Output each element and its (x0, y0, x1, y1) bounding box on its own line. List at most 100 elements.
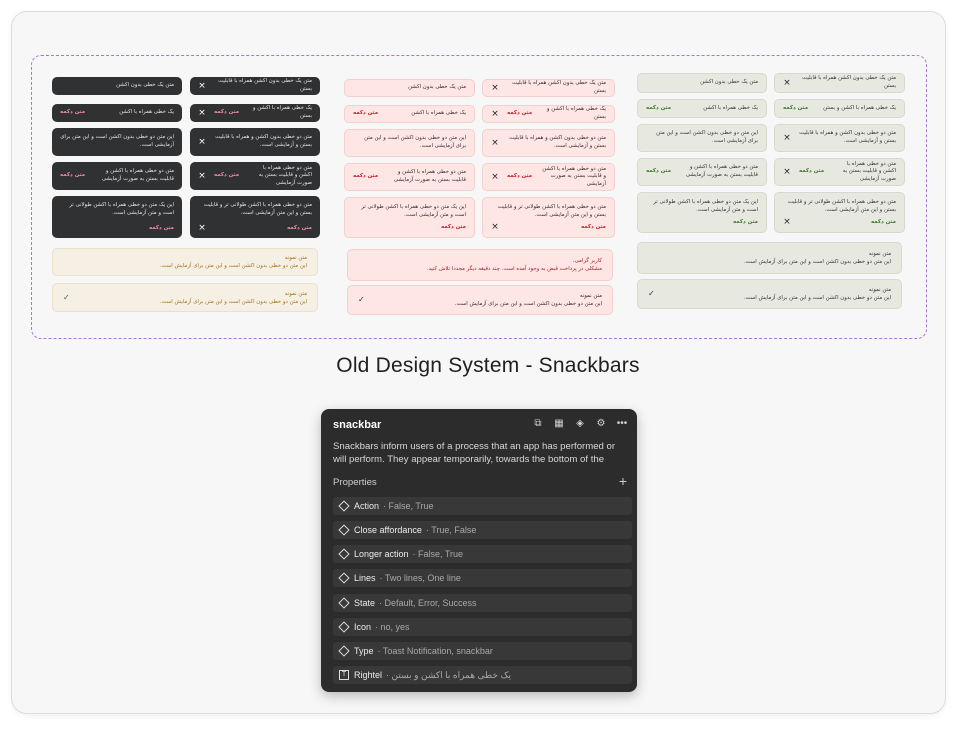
close-icon[interactable]: × (198, 171, 206, 181)
variant-diamond-icon (338, 548, 350, 560)
snackbar-green-two-line[interactable]: این متن دو خطی بدون اکشن است و این متن ب… (637, 124, 767, 152)
close-icon[interactable]: × (783, 167, 791, 177)
settings-icon[interactable]: ⚙ (595, 418, 607, 430)
snackbar-dark-action[interactable]: یک خطی همراه با اکشن متن دکمه (52, 104, 182, 122)
grid-icon[interactable]: ▦ (553, 418, 565, 430)
snackbar-green-two-line-action-close[interactable]: متن دو خطی همراه با اکشن و قابلیت بستن ب… (774, 158, 905, 186)
close-icon[interactable]: × (783, 218, 791, 227)
property-row-rightel[interactable]: T Rightel · یک خطی همراه با اکشن و بستن (333, 666, 632, 684)
toast-pink-success[interactable]: متن نمونه این متن دو خطی بدون اکشن است و… (347, 285, 613, 315)
check-icon: ✓ (648, 289, 655, 298)
property-value-text: Two lines, One line (384, 573, 461, 583)
snackbar-footer: متن دکمه × (783, 218, 896, 227)
property-row-state[interactable]: State · Default, Error, Success (333, 594, 632, 612)
toast-title: متن نمونه (284, 255, 307, 261)
snackbar-action-button[interactable]: متن دکمه (60, 109, 85, 117)
snackbar-dark-two-line-close[interactable]: متن دو خطی بدون اکشن و همراه با قابلیت ب… (190, 128, 320, 156)
snackbar-green-one-line-close[interactable]: متن یک خطی بدون اکشن همراه با قابلیت بست… (774, 73, 905, 93)
snackbar-action-button[interactable]: متن دکمه (441, 224, 466, 232)
snackbar-pink-action[interactable]: یک خطی همراه با اکشن متن دکمه (344, 105, 475, 123)
property-name: Type (354, 646, 374, 656)
snackbar-action-button[interactable]: متن دکمه (60, 172, 85, 180)
snackbar-action-button[interactable]: متن دکمه (214, 109, 239, 117)
snackbar-dark-one-line[interactable]: متن یک خطی بدون اکشن (52, 77, 182, 95)
property-row-type[interactable]: Type · Toast Notification, snackbar (333, 642, 632, 660)
snackbar-action-button[interactable]: متن دکمه (353, 110, 378, 118)
snackbar-pink-long-action[interactable]: این یک متن دو خطی همراه با اکشن طولانی ت… (344, 197, 475, 238)
variant-diamond-icon (338, 621, 350, 633)
property-value-text: True, False (431, 525, 477, 535)
snackbar-pink-one-line-close[interactable]: متن یک خطی بدون اکشن همراه با قابلیت بست… (482, 79, 615, 97)
snackbar-pink-two-line-action-close[interactable]: متن دو خطی همراه با اکشن و قابلیت بستن ب… (482, 163, 615, 191)
snackbar-pink-two-line-close[interactable]: متن دو خطی بدون اکشن و همراه با قابلیت ب… (482, 129, 615, 157)
toast-green-default[interactable]: متن نمونه این متن دو خطی بدون اکشن است و… (637, 242, 902, 274)
toast-beige-default[interactable]: متن نمونه این متن دو خطی بدون اکشن است و… (52, 248, 318, 276)
snackbar-pink-two-line-action[interactable]: متن دو خطی همراه با اکشن و قابلیت بستن ب… (344, 163, 475, 191)
snackbar-action-button[interactable]: متن دکمه (353, 173, 378, 181)
snackbar-text: متن دو خطی همراه با اکشن طولانی تر و قاب… (497, 204, 606, 218)
snackbar-green-one-line[interactable]: متن یک خطی بدون اکشن (637, 73, 767, 93)
property-row-action[interactable]: Action · False, True (333, 497, 632, 515)
close-icon[interactable]: × (491, 223, 499, 232)
snackbar-dark-two-line-action[interactable]: متن دو خطی همراه با اکشن و قابلیت بستن ب… (52, 162, 182, 190)
close-icon[interactable]: × (198, 137, 206, 147)
snackbar-green-long-action-close[interactable]: متن دو خطی همراه با اکشن طولانی تر و قاب… (774, 192, 905, 233)
property-row-lines[interactable]: Lines · Two lines, One line (333, 569, 632, 587)
snackbar-text: متن یک خطی بدون اکشن همراه با قابلیت بست… (802, 75, 896, 89)
property-row-icon[interactable]: Icon · no, yes (333, 618, 632, 636)
snackbar-pink-two-line[interactable]: این متن دو خطی بدون اکشن است و این متن ب… (344, 129, 475, 157)
snackbar-footer: متن دکمه (353, 224, 466, 232)
snackbar-action-button[interactable]: متن دکمه (214, 172, 239, 180)
snackbar-green-action[interactable]: یک خطی همراه با اکشن متن دکمه (637, 99, 767, 118)
snackbar-dark-long-action[interactable]: این یک متن دو خطی همراه با اکشن طولانی ت… (52, 196, 182, 238)
close-icon[interactable]: × (491, 83, 499, 93)
snackbar-action-button[interactable]: متن دکمه (646, 168, 671, 176)
property-row-close-affordance[interactable]: Close affordance · True, False (333, 521, 632, 539)
property-values: · Two lines, One line (379, 573, 461, 583)
close-icon[interactable]: × (783, 133, 791, 143)
close-icon[interactable]: × (198, 224, 206, 233)
add-property-icon[interactable]: + (619, 474, 627, 488)
snackbar-action-button[interactable]: متن دکمه (733, 219, 758, 227)
snackbar-pink-long-action-close[interactable]: متن دو خطی همراه با اکشن طولانی تر و قاب… (482, 197, 615, 238)
snackbar-action-button[interactable]: متن دکمه (287, 225, 312, 233)
close-icon[interactable]: × (491, 109, 499, 119)
snackbar-action-button[interactable]: متن دکمه (783, 105, 808, 113)
more-icon[interactable]: ••• (616, 418, 628, 430)
component-icon[interactable]: ◈ (574, 418, 586, 430)
toast-beige-success[interactable]: متن نمونه این متن دو خطی بدون اکشن است و… (52, 283, 318, 312)
snackbar-green-action-close[interactable]: یک خطی همراه با اکشن و بستن متن دکمه (774, 99, 905, 118)
snackbar-action-button[interactable]: متن دکمه (149, 225, 174, 233)
snackbar-footer: متن دکمه × (491, 223, 606, 232)
close-icon[interactable]: × (198, 81, 206, 91)
property-values: · یک خطی همراه با اکشن و بستن (386, 669, 512, 680)
toast-pink-error[interactable]: کاربر گرامی، مشکلی در پرداخت قبض به وجود… (347, 249, 613, 281)
copy-icon[interactable]: ⧉ (532, 418, 544, 430)
toast-message: این متن دو خطی بدون اکشن است و این متن ب… (159, 263, 307, 269)
close-icon[interactable]: × (783, 78, 791, 88)
close-icon[interactable]: × (198, 108, 206, 118)
snackbar-green-two-line-action[interactable]: متن دو خطی همراه با اکشن و قابلیت بستن ب… (637, 158, 767, 186)
snackbar-dark-long-action-close[interactable]: متن دو خطی همراه با اکشن طولانی تر و قاب… (190, 196, 320, 238)
snackbar-pink-one-line[interactable]: متن یک خطی بدون اکشن (344, 79, 475, 97)
snackbar-pink-action-close[interactable]: یک خطی همراه با اکشن و بستن متن دکمه × (482, 105, 615, 123)
snackbar-action-button[interactable]: متن دکمه (581, 224, 606, 232)
snackbar-dark-action-close[interactable]: یک خطی همراه با اکشن و بستن متن دکمه × (190, 104, 320, 122)
snackbar-action-button[interactable]: متن دکمه (799, 168, 824, 176)
snackbar-action-button[interactable]: متن دکمه (507, 173, 532, 181)
toast-body: متن نمونه این متن دو خطی بدون اکشن است و… (78, 290, 307, 306)
toast-green-success[interactable]: متن نمونه این متن دو خطی بدون اکشن است و… (637, 279, 902, 309)
snackbar-green-long-action[interactable]: این یک متن دو خطی همراه با اکشن طولانی ت… (637, 192, 767, 233)
snackbar-action-button[interactable]: متن دکمه (507, 110, 532, 118)
property-row-longer-action[interactable]: Longer action · False, True (333, 545, 632, 563)
snackbar-green-two-line-close[interactable]: متن دو خطی بدون اکشن و همراه با قابلیت ب… (774, 124, 905, 152)
snackbar-dark-two-line-action-close[interactable]: متن دو خطی همراه با اکشن و قابلیت بستن ب… (190, 162, 320, 190)
snackbar-action-button[interactable]: متن دکمه (646, 105, 671, 113)
snackbar-dark-one-line-close[interactable]: متن یک خطی بدون اکشن همراه با قابلیت بست… (190, 77, 320, 95)
snackbar-dark-two-line[interactable]: این متن دو خطی بدون اکشن است و این متن ب… (52, 128, 182, 156)
close-icon[interactable]: × (491, 138, 499, 148)
close-icon[interactable]: × (491, 172, 499, 182)
toast-title: کاربر گرامی، (572, 258, 602, 264)
snackbar-action-button[interactable]: متن دکمه (871, 219, 896, 227)
snackbar-text: متن دو خطی همراه با اکشن طولانی تر و قاب… (787, 199, 896, 213)
